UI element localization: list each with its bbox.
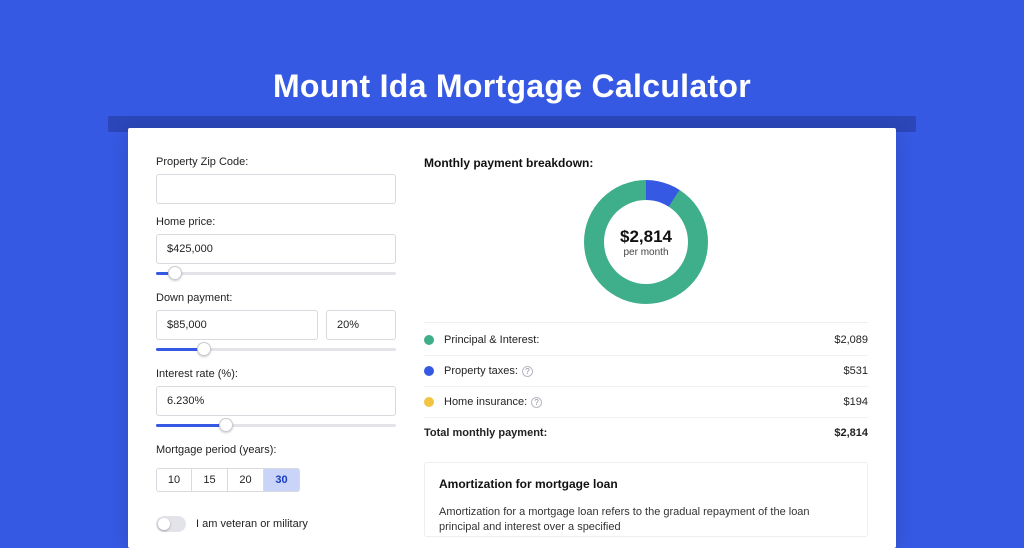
breakdown-value: $194 <box>844 396 868 408</box>
donut-amount: $2,814 <box>620 227 672 247</box>
page-title: Mount Ida Mortgage Calculator <box>0 0 1024 105</box>
veteran-row: I am veteran or military <box>156 516 396 532</box>
amortization-card: Amortization for mortgage loan Amortizat… <box>424 462 868 537</box>
period-btn-30[interactable]: 30 <box>264 468 300 492</box>
breakdown-row-principal: Principal & Interest: $2,089 <box>424 325 868 355</box>
amortization-title: Amortization for mortgage loan <box>439 477 853 491</box>
period-btn-15[interactable]: 15 <box>192 468 228 492</box>
breakdown-label: Home insurance:? <box>444 396 844 408</box>
rate-label: Interest rate (%): <box>156 368 396 380</box>
slider-thumb[interactable] <box>197 342 211 356</box>
breakdown-label: Property taxes:? <box>444 365 844 377</box>
breakdown-row-total: Total monthly payment: $2,814 <box>424 417 868 448</box>
zip-input[interactable] <box>156 174 396 204</box>
veteran-label: I am veteran or military <box>196 518 308 530</box>
price-label: Home price: <box>156 216 396 228</box>
period-btn-10[interactable]: 10 <box>156 468 192 492</box>
breakdown-title: Monthly payment breakdown: <box>424 156 868 170</box>
calculator-card: Property Zip Code: Home price: Down paym… <box>128 128 896 548</box>
period-group: 10 15 20 30 <box>156 468 396 492</box>
breakdown-list: Principal & Interest: $2,089 Property ta… <box>424 322 868 448</box>
down-row <box>156 310 396 340</box>
total-value: $2,814 <box>834 427 868 439</box>
veteran-toggle[interactable] <box>156 516 186 532</box>
rate-input[interactable] <box>156 386 396 416</box>
toggle-knob <box>158 518 170 530</box>
dot-icon <box>424 335 434 345</box>
help-icon[interactable]: ? <box>531 397 542 408</box>
donut-center: $2,814 per month <box>604 200 688 284</box>
breakdown-column: Monthly payment breakdown: $2,814 per mo… <box>424 156 868 548</box>
form-column: Property Zip Code: Home price: Down paym… <box>156 156 396 548</box>
price-slider[interactable] <box>156 266 396 280</box>
breakdown-row-tax: Property taxes:? $531 <box>424 355 868 386</box>
down-pct-input[interactable] <box>326 310 396 340</box>
amortization-text: Amortization for a mortgage loan refers … <box>439 505 853 536</box>
down-slider[interactable] <box>156 342 396 356</box>
donut-chart: $2,814 per month <box>584 180 708 304</box>
slider-thumb[interactable] <box>168 266 182 280</box>
breakdown-value: $531 <box>844 365 868 377</box>
breakdown-row-insurance: Home insurance:? $194 <box>424 386 868 417</box>
down-amount-input[interactable] <box>156 310 318 340</box>
dot-icon <box>424 366 434 376</box>
price-input[interactable] <box>156 234 396 264</box>
help-icon[interactable]: ? <box>522 366 533 377</box>
total-label: Total monthly payment: <box>424 427 834 439</box>
slider-thumb[interactable] <box>219 418 233 432</box>
zip-label: Property Zip Code: <box>156 156 396 168</box>
period-label: Mortgage period (years): <box>156 444 396 456</box>
dot-icon <box>424 397 434 407</box>
rate-slider[interactable] <box>156 418 396 432</box>
slider-fill <box>156 424 226 427</box>
donut-sub: per month <box>623 247 668 258</box>
slider-track <box>156 272 396 275</box>
period-btn-20[interactable]: 20 <box>228 468 264 492</box>
breakdown-value: $2,089 <box>834 334 868 346</box>
donut-chart-wrap: $2,814 per month <box>424 170 868 322</box>
down-label: Down payment: <box>156 292 396 304</box>
breakdown-label: Principal & Interest: <box>444 334 834 346</box>
